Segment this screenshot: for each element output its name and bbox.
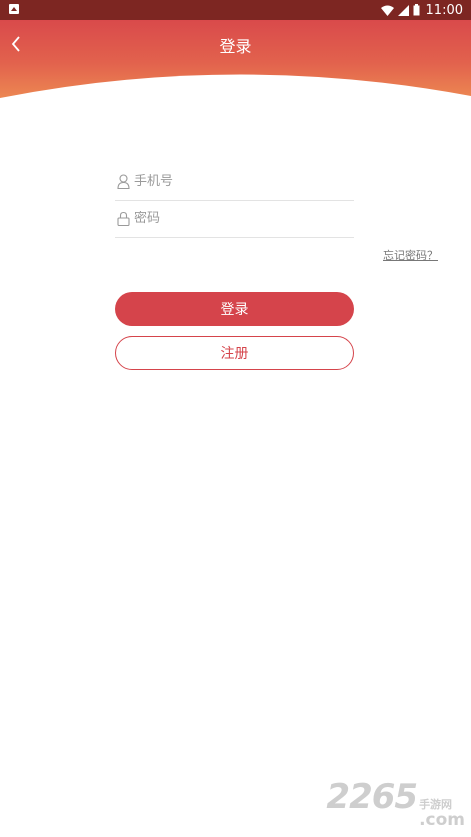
watermark-number: 2265 <box>326 777 418 817</box>
password-field[interactable] <box>115 200 354 238</box>
phone-field[interactable] <box>115 163 354 201</box>
watermark-logo: 2265 手游网 .com <box>326 777 465 829</box>
forgot-password-link[interactable]: 忘记密码？ <box>383 247 438 263</box>
lock-icon <box>116 211 130 227</box>
login-button[interactable]: 登录 <box>115 292 354 326</box>
phone-input[interactable] <box>134 174 344 189</box>
watermark-domain: .com <box>419 810 465 830</box>
battery-icon <box>413 4 420 16</box>
status-time: 11:00 <box>425 2 463 18</box>
header-curve <box>0 74 471 112</box>
page-title: 登录 <box>219 37 252 56</box>
register-button[interactable]: 注册 <box>115 336 354 370</box>
status-icons: 11:00 <box>380 0 463 20</box>
user-icon <box>116 174 130 190</box>
status-bar: 11:00 <box>0 0 471 20</box>
password-input[interactable] <box>134 211 344 226</box>
signal-icon <box>397 4 409 16</box>
wifi-icon <box>380 5 394 16</box>
notification-icon <box>9 4 19 14</box>
